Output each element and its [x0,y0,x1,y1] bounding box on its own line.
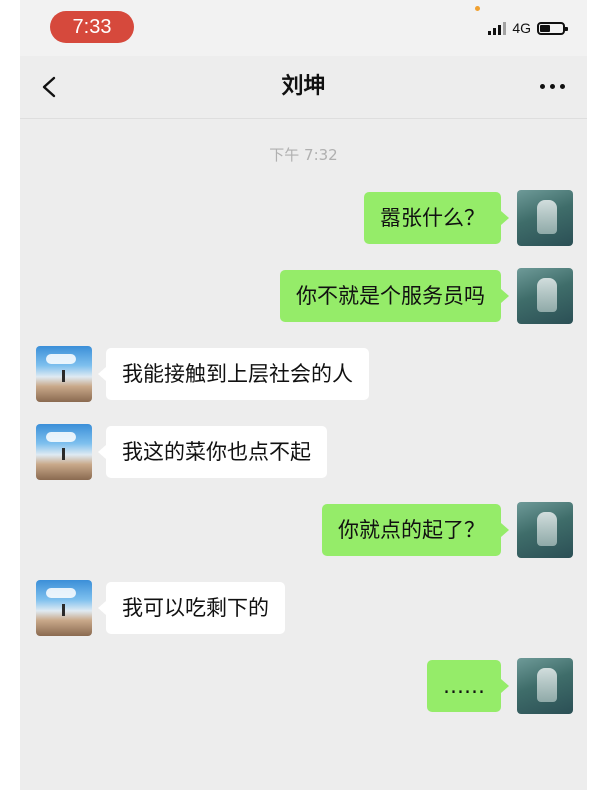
contact-avatar[interactable] [36,424,92,480]
status-bar: 7:33 4G [20,0,587,56]
battery-icon [537,21,568,35]
privacy-indicator-dot [475,6,480,11]
status-indicators: 4G [488,20,568,36]
message-bubble-sent[interactable]: …… [427,660,509,712]
message-bubble-received[interactable]: 我能接触到上层社会的人 [98,348,369,400]
contact-avatar[interactable] [36,346,92,402]
chat-screen: 7:33 4G 刘坤 下午 7:32 嚣张什么？ 你不就是个服务员吗 我能接触到… [20,0,587,790]
status-time: 7:33 [50,11,134,43]
message-bubble-sent[interactable]: 嚣张什么？ [364,192,509,244]
message-bubble-sent[interactable]: 你就点的起了？ [322,504,509,556]
nav-bar: 刘坤 [20,56,587,119]
network-type: 4G [512,20,531,36]
my-avatar[interactable] [517,190,573,246]
more-dots-icon[interactable] [540,84,565,89]
message-bubble-sent[interactable]: 你不就是个服务员吗 [280,270,509,322]
chat-title: 刘坤 [281,74,326,99]
message-timestamp: 下午 7:32 [269,146,338,164]
my-avatar[interactable] [517,268,573,324]
my-avatar[interactable] [517,658,573,714]
my-avatar[interactable] [517,502,573,558]
message-bubble-received[interactable]: 我可以吃剩下的 [98,582,285,634]
signal-icon [488,21,507,35]
message-bubble-received[interactable]: 我这的菜你也点不起 [98,426,327,478]
contact-avatar[interactable] [36,580,92,636]
